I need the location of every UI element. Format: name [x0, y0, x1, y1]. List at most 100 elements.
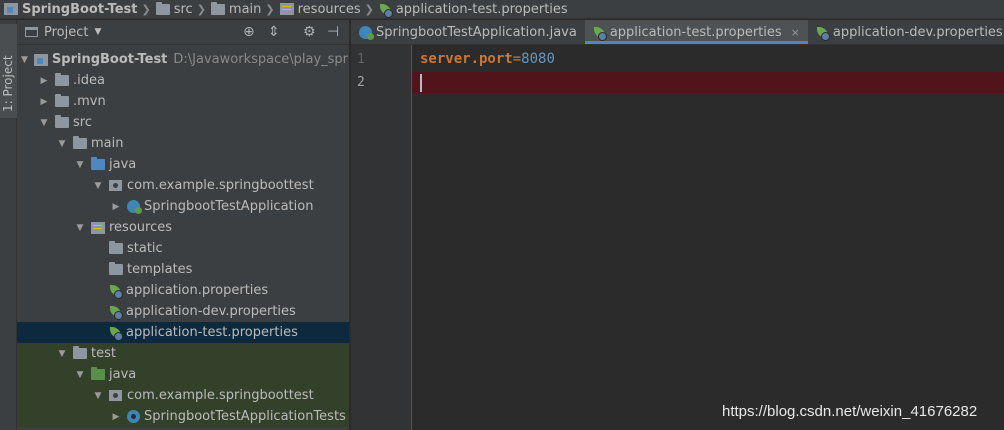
tree-node[interactable]: templates — [17, 259, 349, 280]
tree-node-label: static — [127, 241, 163, 256]
line-number-gutter: 1 2 — [351, 45, 412, 430]
tree-node[interactable]: ▼ resources — [17, 217, 349, 238]
expand-arrow-icon[interactable]: ▼ — [75, 160, 85, 170]
folder-icon — [55, 73, 69, 86]
breadcrumb-project[interactable]: SpringBoot-Test ❯ — [4, 0, 156, 19]
expand-arrow-icon[interactable]: ▼ — [75, 370, 85, 380]
tree-node[interactable]: ▶ SpringbootTestApplicationTests — [17, 406, 349, 427]
tree-node[interactable]: ▼ java — [17, 154, 349, 175]
line-number: 2 — [357, 75, 365, 90]
spring-properties-icon — [109, 326, 123, 341]
module-icon — [33, 53, 48, 66]
spring-boot-class-icon — [359, 25, 374, 40]
tree-node[interactable]: application.properties — [17, 280, 349, 301]
collapse-arrow-icon[interactable]: ▶ — [111, 412, 121, 422]
package-icon — [109, 390, 122, 401]
tab-application-test-properties[interactable]: application-test.properties × — [584, 20, 808, 44]
expand-arrow-icon[interactable]: ▼ — [75, 223, 85, 233]
expand-arrow-icon[interactable]: ▼ — [93, 391, 103, 401]
chevron-right-icon: ❯ — [265, 2, 275, 16]
navigation-bar: SpringBoot-Test ❯ src ❯ main ❯ resources… — [0, 0, 1004, 19]
code-editor[interactable]: 1 2 server.port=8080 — [351, 45, 1004, 430]
collapse-arrow-icon[interactable]: ▶ — [111, 202, 121, 212]
breadcrumb-src[interactable]: src ❯ — [155, 0, 211, 19]
expand-arrow-icon[interactable]: ▼ — [21, 55, 28, 65]
property-value: 8080 — [521, 51, 555, 67]
breadcrumb-file[interactable]: application-test.properties — [379, 0, 568, 19]
project-view-selector[interactable]: Project — [44, 25, 88, 40]
spring-properties-icon — [816, 26, 830, 41]
chevron-down-icon[interactable]: ▼ — [94, 27, 101, 37]
test-source-folder-icon — [91, 367, 105, 380]
folder-icon — [55, 94, 69, 107]
tree-node-label: application-dev.properties — [126, 304, 296, 319]
hide-icon[interactable]: ⊣ — [327, 24, 339, 40]
tree-node[interactable]: static — [17, 238, 349, 259]
collapse-all-icon[interactable]: ⇕ — [268, 24, 280, 40]
tree-node-label: SpringBoot-Test — [51, 52, 168, 67]
tree-node-label: java — [109, 157, 137, 172]
tree-node-label: java — [109, 367, 137, 382]
tree-node[interactable]: ▼ com.example.springboottest — [17, 175, 349, 196]
tree-node[interactable]: ▶ SpringbootTestApplication — [17, 196, 349, 217]
tool-window-strip: 1: Project — [0, 20, 17, 430]
breadcrumb-main[interactable]: main ❯ — [210, 0, 280, 19]
tree-node[interactable]: ▼ src — [17, 112, 349, 133]
breadcrumb-resources[interactable]: resources ❯ — [279, 0, 379, 19]
collapse-arrow-icon[interactable]: ▶ — [39, 76, 49, 86]
tree-node[interactable]: application-test.properties — [17, 322, 349, 343]
expand-arrow-icon[interactable]: ▼ — [57, 139, 67, 149]
breadcrumb-label: src — [173, 1, 193, 17]
collapse-arrow-icon[interactable]: ▶ — [39, 97, 49, 107]
tree-node-label: .idea — [73, 73, 105, 88]
watermark: https://blog.csdn.net/weixin_41676282 — [722, 403, 978, 420]
project-panel: Project ▼ ⊕ ⇕ ⚙ ⊣ ▼ SpringBoot-Test D:\Jav… — [17, 20, 350, 430]
tree-node-label: application-test.properties — [126, 325, 298, 340]
spring-properties-icon — [109, 284, 123, 299]
project-tool-window-button[interactable]: 1: Project — [0, 24, 17, 118]
tree-node[interactable]: ▼ java — [17, 364, 349, 385]
tree-node-label: SpringbootTestApplication — [144, 199, 314, 214]
tree-node[interactable]: ▼ com.example.springboottest — [17, 385, 349, 406]
tree-node[interactable]: ▼ SpringBoot-Test D:\Javaworkspace\play_sp… — [17, 49, 349, 70]
property-separator: = — [512, 51, 522, 67]
tree-node[interactable]: ▶ .idea — [17, 70, 349, 91]
tree-node-label: com.example.springboottest — [127, 388, 314, 403]
folder-icon — [109, 241, 123, 254]
breadcrumb-label: resources — [297, 1, 361, 17]
project-tool-window-label: 1: Project — [1, 55, 15, 112]
tree-node-label: SpringbootTestApplicationTests — [144, 409, 346, 424]
tree-node-label: src — [73, 115, 92, 130]
folder-icon — [73, 346, 87, 359]
tab-springboot-test-application[interactable]: SpringbootTestApplication.java — [351, 20, 585, 44]
close-icon[interactable]: × — [791, 26, 800, 39]
line-number: 1 — [357, 52, 365, 67]
project-path: D:\Javaworkspace\play_springboot — [173, 52, 349, 67]
tree-node-label: com.example.springboottest — [127, 178, 314, 193]
expand-arrow-icon[interactable]: ▼ — [93, 181, 103, 191]
tree-node-label: .mvn — [73, 94, 106, 109]
tree-node[interactable]: ▶ .mvn — [17, 91, 349, 112]
tree-node-label: test — [91, 346, 116, 361]
locate-icon[interactable]: ⊕ — [243, 24, 255, 40]
project-panel-toolbar: Project ▼ ⊕ ⇕ ⚙ ⊣ — [17, 20, 349, 45]
source-folder-icon — [91, 157, 105, 170]
tree-node[interactable]: application-dev.properties — [17, 301, 349, 322]
folder-icon — [73, 136, 87, 149]
property-key: server.port — [420, 51, 513, 67]
tab-application-dev-properties[interactable]: application-dev.properties — [808, 20, 1004, 44]
text-caret — [420, 74, 422, 92]
breadcrumb-label: main — [228, 1, 262, 17]
test-class-icon — [127, 410, 140, 423]
folder-icon — [210, 1, 225, 15]
tree-node-label: resources — [109, 220, 173, 235]
expand-arrow-icon[interactable]: ▼ — [57, 349, 67, 359]
tree-node[interactable]: ▼ main — [17, 133, 349, 154]
folder-icon — [155, 1, 170, 15]
expand-arrow-icon[interactable]: ▼ — [39, 118, 49, 128]
tree-node[interactable]: ▼ test — [17, 343, 349, 364]
spring-boot-class-icon — [127, 200, 142, 214]
tree-node-label: application.properties — [126, 283, 269, 298]
gear-icon[interactable]: ⚙ — [303, 24, 316, 40]
resources-folder-icon — [279, 3, 294, 15]
